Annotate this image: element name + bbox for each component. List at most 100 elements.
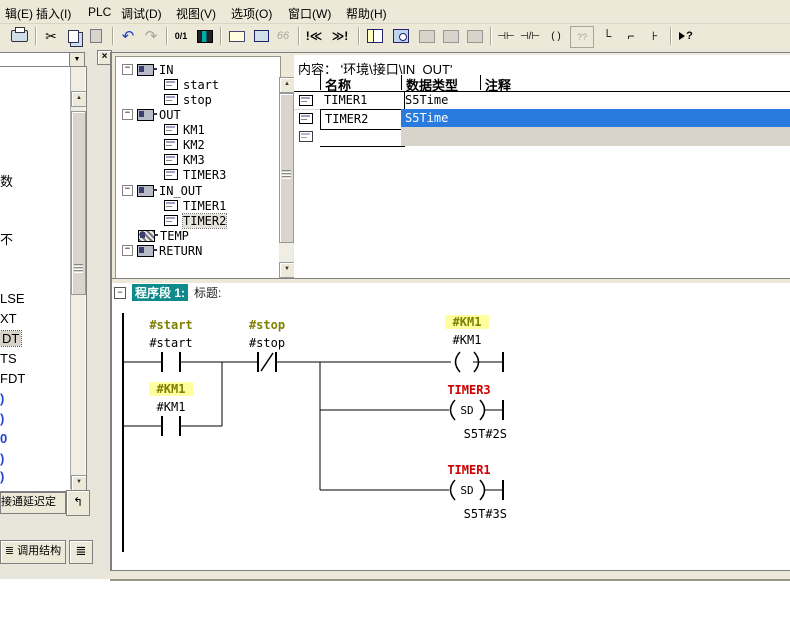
network-collapse-icon[interactable]: − [114, 287, 126, 299]
menu-bar: 辑(E) 插入(I) PLC 调试(D) 视图(V) 选项(O) 窗口(W) 帮… [0, 0, 790, 24]
list-item[interactable]: 0 [0, 431, 7, 446]
goto-next-error-button[interactable]: ≫! [329, 26, 351, 46]
scroll-down-button[interactable]: ▼ [71, 475, 87, 491]
contact-stop-nc[interactable]: #stop #stop [249, 318, 285, 372]
svg-text:TIMER1: TIMER1 [447, 463, 490, 477]
paste-button[interactable] [85, 26, 107, 46]
scrollbar-thumb[interactable] [279, 93, 294, 243]
toggle-sidebar-button[interactable] [364, 26, 386, 46]
tree-node-in-out[interactable]: −IN_OUT [122, 183, 202, 198]
program-elements-button[interactable] [440, 26, 462, 46]
tree-scrollbar[interactable]: ▲ ▼ [279, 77, 293, 276]
tree-node-km3[interactable]: KM3 [164, 152, 205, 167]
coil-km1[interactable]: #KM1 #KM1 [445, 315, 503, 372]
glasses-button[interactable]: 66 [272, 26, 294, 46]
type-cell-selected[interactable]: S5Time [401, 109, 790, 128]
collapse-icon[interactable]: − [122, 185, 133, 196]
coil-timer3-sd[interactable]: SD TIMER3 S5T#2S [447, 383, 507, 441]
toolbar-separator [358, 27, 360, 45]
scroll-down-button[interactable]: ▼ [279, 262, 295, 278]
column-header-name[interactable]: 名称 [320, 75, 405, 90]
tab-call-structure[interactable]: ≣ 调用结构 [0, 540, 66, 564]
list-item[interactable]: ) [0, 411, 4, 426]
toolbar-separator [220, 27, 222, 45]
tree-node-timer3[interactable]: TIMER3 [164, 167, 226, 182]
undo-button[interactable]: ↶ [117, 26, 139, 46]
network-header[interactable]: − 程序段 1: 标题: [114, 285, 221, 300]
tree-node-km2[interactable]: KM2 [164, 137, 205, 152]
list-item-s-odt-selected[interactable]: DT [0, 331, 21, 346]
list-item[interactable]: 数 [0, 171, 13, 190]
download-button[interactable] [194, 26, 216, 46]
goto-previous-error-button[interactable]: !≪ [303, 26, 325, 46]
print-button[interactable] [8, 26, 30, 46]
monitor-button[interactable] [250, 26, 272, 46]
menu-help[interactable]: 帮助(H) [343, 4, 390, 23]
network-title[interactable]: 标题: [194, 284, 221, 301]
tree-node-return[interactable]: −RETURN [122, 243, 202, 258]
list-item-s-odts[interactable]: TS [0, 351, 17, 366]
column-header-comment[interactable]: 注释 [480, 75, 790, 90]
tree-node-km1[interactable]: KM1 [164, 122, 205, 137]
menu-options[interactable]: 选项(O) [228, 4, 275, 23]
coil-timer1-sd[interactable]: SD TIMER1 S5T#3S [447, 463, 507, 521]
table-row-timer1[interactable]: TIMER1 S5Time [294, 91, 790, 110]
contact-km1[interactable]: #KM1 #KM1 [149, 382, 193, 436]
list-item[interactable]: 不 [0, 229, 13, 248]
scrollbar-thumb[interactable] [71, 111, 86, 295]
column-header-type[interactable]: 数据类型 [401, 75, 484, 90]
new-network-button[interactable] [416, 26, 438, 46]
menu-window[interactable]: 窗口(W) [285, 4, 334, 23]
name-cell[interactable]: TIMER1 [320, 91, 405, 110]
collapse-icon[interactable]: − [122, 245, 133, 256]
tree-node-in[interactable]: −IN [122, 62, 173, 77]
new-network-icon [419, 30, 435, 43]
jump-to-element-button[interactable]: ↰ [66, 490, 90, 516]
network-label[interactable]: 程序段 1: [132, 284, 188, 301]
collapse-icon[interactable]: − [122, 109, 133, 120]
list-item-s-offdt[interactable]: FDT [0, 371, 25, 386]
list-item[interactable]: ) [0, 469, 4, 484]
tree-node-stop[interactable]: stop [164, 92, 212, 107]
menu-debug[interactable]: 调试(D) [118, 4, 165, 23]
name-cell[interactable] [320, 127, 405, 147]
open-branch-button[interactable]: └ [596, 26, 618, 46]
insert-no-contact-button[interactable]: ⊣⊢ [495, 26, 517, 46]
insert-connector-button[interactable]: ⊦ [644, 26, 666, 46]
type-cell[interactable] [401, 127, 790, 146]
symbol-table-button[interactable] [464, 26, 486, 46]
list-item-s-pext[interactable]: XT [0, 311, 17, 326]
list-item[interactable]: ) [0, 391, 4, 406]
address-format-button[interactable]: 0/1 [170, 26, 192, 46]
type-cell[interactable]: S5Time [401, 91, 790, 110]
redo-button[interactable]: ↷ [140, 26, 162, 46]
sidebar-scrollbar[interactable]: ▲ ▼ [70, 67, 85, 489]
tree-node-start[interactable]: start [164, 77, 219, 92]
close-branch-button[interactable]: ⌐ [620, 26, 642, 46]
tree-node-timer2[interactable]: TIMER2 [164, 213, 226, 228]
contact-start[interactable]: #start #start [149, 318, 192, 372]
context-help-button[interactable]: ? [675, 26, 697, 46]
menu-insert[interactable]: 插入(I) [33, 4, 74, 23]
insert-coil-button[interactable]: ( ) [545, 26, 567, 46]
insert-nc-contact-button[interactable]: ⊣/⊢ [519, 26, 541, 46]
table-row-timer2-selected[interactable]: TIMER2 S5Time [294, 109, 790, 127]
collapse-icon[interactable]: − [122, 64, 133, 75]
tree-node-out[interactable]: −OUT [122, 107, 181, 122]
list-item[interactable]: ) [0, 451, 4, 466]
declaration-view-button[interactable] [226, 26, 248, 46]
menu-view[interactable]: 视图(V) [173, 4, 219, 23]
copy-button[interactable] [62, 26, 84, 46]
list-item-s-pulse[interactable]: LSE [0, 291, 25, 306]
tree-node-temp[interactable]: TEMP [138, 228, 189, 243]
menu-edit[interactable]: 辑(E) [2, 4, 36, 23]
scroll-up-button[interactable]: ▲ [279, 77, 295, 93]
insert-empty-box-button[interactable]: ?? [570, 26, 594, 48]
overview-window-button[interactable] [390, 26, 412, 46]
tab-overview[interactable]: ≣ [69, 540, 93, 564]
tree-node-timer1[interactable]: TIMER1 [164, 198, 226, 213]
table-row-empty[interactable] [294, 127, 790, 145]
menu-plc[interactable]: PLC [85, 4, 114, 20]
scroll-up-button[interactable]: ▲ [71, 91, 87, 107]
cut-button[interactable]: ✂ [40, 26, 62, 46]
